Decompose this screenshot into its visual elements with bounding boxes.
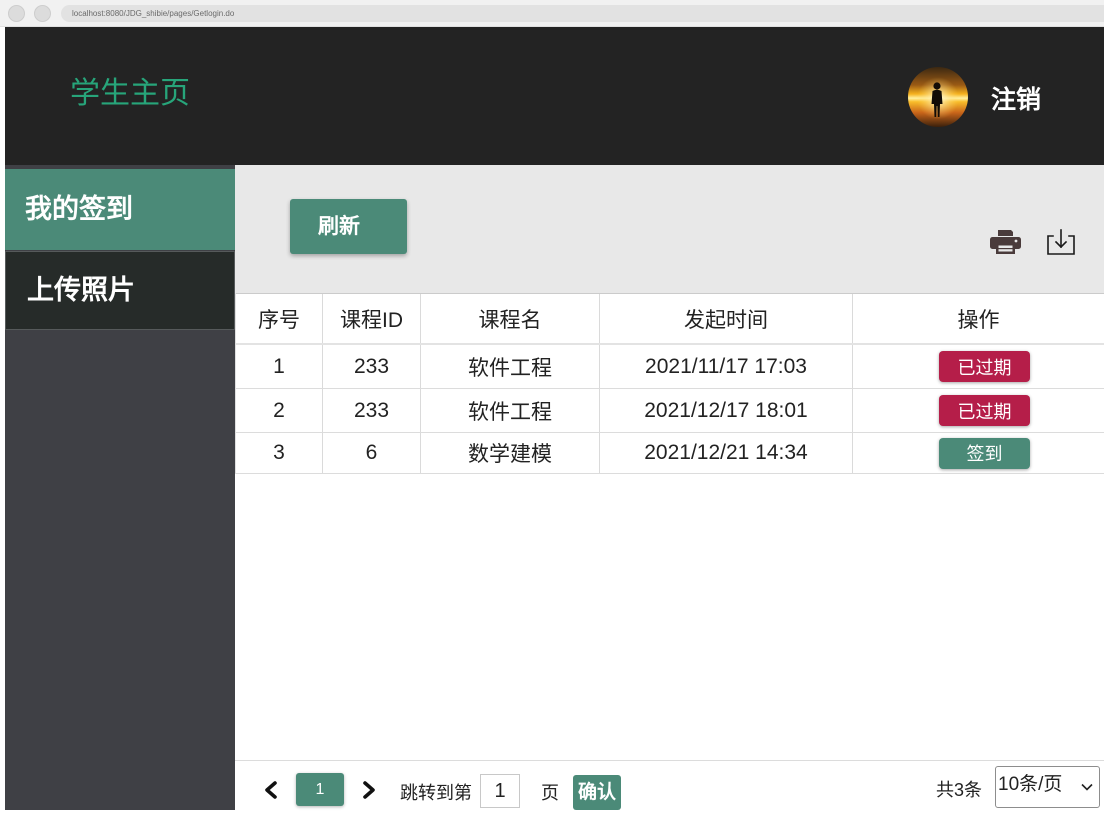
- window-minimize-icon[interactable]: [34, 5, 51, 22]
- sidebar-item-upload-photo[interactable]: 上传照片: [5, 251, 235, 330]
- cell-course-id: 233: [323, 345, 421, 388]
- download-icon[interactable]: [1046, 226, 1076, 256]
- checkin-table: 序号 课程ID 课程名 发起时间 操作 1 233 软件工程 2021/11/1…: [235, 293, 1104, 474]
- page-title: 学生主页: [70, 77, 190, 110]
- cell-index: 3: [236, 433, 323, 473]
- cell-course-name: 数学建模: [421, 433, 600, 473]
- jump-page-input[interactable]: [480, 774, 520, 808]
- address-bar[interactable]: localhost:8080/JDG_shibie/pages/Getlogin…: [61, 5, 1104, 22]
- chevron-left-icon[interactable]: [262, 780, 280, 800]
- jump-to-label: 跳转到第: [400, 783, 472, 803]
- column-header-course-id: 课程ID: [323, 294, 421, 343]
- expired-button[interactable]: 已过期: [939, 351, 1030, 382]
- chevron-down-icon: [1081, 783, 1093, 791]
- table-header-row: 序号 课程ID 课程名 发起时间 操作: [236, 293, 1104, 345]
- user-avatar-icon[interactable]: [908, 67, 968, 127]
- page-size-select[interactable]: 10条/页: [995, 766, 1100, 808]
- cell-index: 1: [236, 345, 323, 388]
- logout-button[interactable]: 注销: [991, 85, 1041, 115]
- cell-index: 2: [236, 389, 323, 432]
- chevron-right-icon[interactable]: [360, 780, 378, 800]
- column-header-course-name: 课程名: [421, 294, 600, 343]
- refresh-button[interactable]: 刷新: [290, 199, 407, 254]
- toolbar: 刷新: [235, 165, 1104, 293]
- window-close-icon[interactable]: [8, 5, 25, 22]
- checkin-button[interactable]: 签到: [939, 437, 1030, 469]
- column-header-action: 操作: [957, 308, 1000, 332]
- page-unit-label: 页: [541, 783, 559, 803]
- cell-action: 已过期: [853, 389, 1104, 432]
- table-row: 2 233 软件工程 2021/12/17 18:01 已过期: [236, 389, 1104, 433]
- cell-course-name: 软件工程: [421, 345, 600, 388]
- column-header-index: 序号: [236, 294, 323, 343]
- app-header: 学生主页 注销: [5, 27, 1104, 165]
- sidebar: 我的签到 上传照片: [5, 165, 235, 810]
- current-page-button[interactable]: 1: [296, 773, 344, 806]
- table-row: 3 6 数学建模 2021/12/21 14:34 签到: [236, 433, 1104, 474]
- confirm-jump-button[interactable]: 确认: [573, 775, 621, 810]
- printer-icon[interactable]: [990, 230, 1021, 254]
- main-content: 刷新 序号 课程ID 课程名 发起时间 操作 1 233 软件工程 2021/1…: [235, 165, 1104, 810]
- cell-start-time: 2021/12/21 14:34: [600, 433, 853, 473]
- cell-action: 已过期: [853, 345, 1104, 388]
- cell-course-id: 233: [323, 389, 421, 432]
- cell-course-id: 6: [323, 433, 421, 473]
- page-size-value: 10条/页: [998, 774, 1063, 795]
- cell-action: 签到: [853, 433, 1104, 473]
- cell-start-time: 2021/11/17 17:03: [600, 345, 853, 388]
- cell-course-name: 软件工程: [421, 389, 600, 432]
- pagination: 1 跳转到第 页 确认 共3条 10条/页: [235, 760, 1104, 810]
- table-row: 1 233 软件工程 2021/11/17 17:03 已过期: [236, 345, 1104, 389]
- cell-start-time: 2021/12/17 18:01: [600, 389, 853, 432]
- column-header-start-time: 发起时间: [600, 294, 853, 343]
- total-count-label: 共3条: [936, 780, 983, 800]
- browser-toolbar: localhost:8080/JDG_shibie/pages/Getlogin…: [0, 0, 1104, 27]
- sidebar-item-my-checkin[interactable]: 我的签到: [5, 169, 235, 250]
- expired-button[interactable]: 已过期: [939, 395, 1030, 426]
